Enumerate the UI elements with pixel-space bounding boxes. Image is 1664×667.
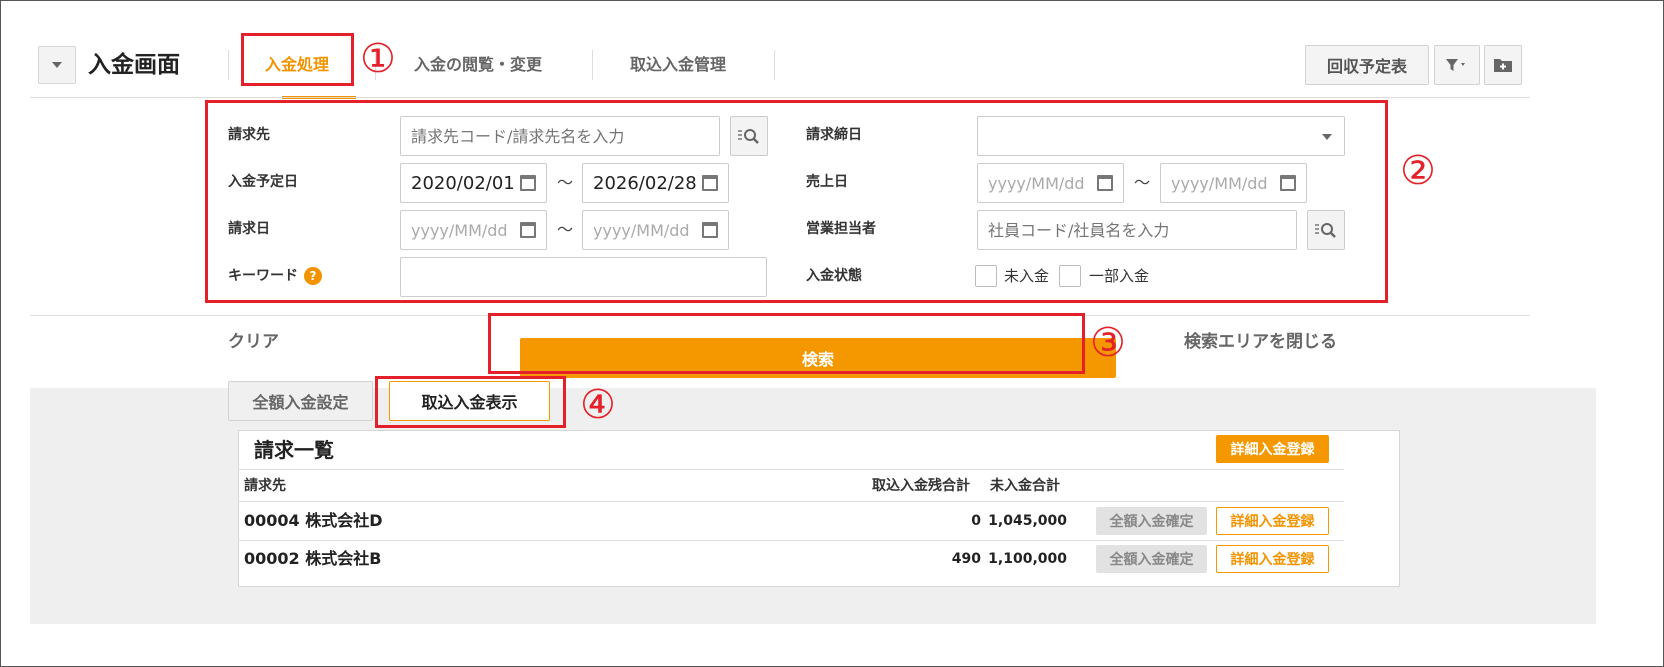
folder-add-icon: [1494, 59, 1512, 72]
chevron-down-icon: [52, 62, 62, 68]
column-header-imported-remaining: 取込入金残合計: [872, 478, 970, 494]
row-unpaid-total: 1,045,000: [988, 513, 1067, 529]
clear-button[interactable]: クリア: [228, 330, 279, 354]
header-bottom-border: [30, 97, 1530, 98]
page-title: 入金画面: [88, 52, 180, 78]
full-payment-confirm-button[interactable]: 全額入金確定: [1096, 545, 1207, 573]
tab-full-payment-settings[interactable]: 全額入金設定: [228, 381, 373, 421]
annotation-box-4: [375, 376, 566, 428]
row-detail-payment-register-button[interactable]: 詳細入金登録: [1216, 507, 1329, 535]
annotation-number-4: ④: [580, 382, 616, 428]
add-folder-button[interactable]: [1484, 45, 1522, 85]
annotation-number-2: ②: [1400, 148, 1436, 194]
filter-icon: [1446, 59, 1465, 71]
detail-payment-register-button[interactable]: 詳細入金登録: [1216, 435, 1329, 463]
close-search-area-link[interactable]: 検索エリアを閉じる: [1184, 330, 1337, 354]
tab-divider: [592, 50, 593, 80]
row-detail-payment-register-button[interactable]: 詳細入金登録: [1216, 545, 1329, 573]
tab-divider: [774, 50, 775, 80]
header-divider: [228, 50, 229, 80]
column-header-customer: 請求先: [244, 478, 286, 494]
tab-imported-payments[interactable]: 取込入金管理: [630, 48, 726, 82]
list-row-divider: [238, 501, 1344, 502]
annotation-number-3: ③: [1090, 320, 1126, 366]
annotation-box-3: [488, 313, 1085, 374]
row-customer: 00002 株式会社B: [244, 549, 382, 568]
annotation-box-2: [205, 100, 1388, 303]
row-imported-remaining: 0: [971, 513, 981, 529]
filter-dropdown-button[interactable]: [1434, 45, 1480, 85]
row-unpaid-total: 1,100,000: [988, 551, 1067, 567]
list-header-divider: [238, 469, 1344, 470]
column-header-unpaid-total: 未入金合計: [990, 478, 1060, 494]
annotation-number-1: ①: [360, 36, 396, 82]
tab-view-edit-payments[interactable]: 入金の閲覧・変更: [414, 48, 542, 82]
full-payment-confirm-button[interactable]: 全額入金確定: [1096, 507, 1207, 535]
collection-schedule-button[interactable]: 回収予定表: [1305, 45, 1429, 85]
invoice-list-title: 請求一覧: [254, 438, 334, 462]
row-imported-remaining: 490: [951, 551, 981, 567]
row-customer: 00004 株式会社D: [244, 511, 383, 530]
list-row-divider: [238, 540, 1344, 541]
annotation-box-1: [241, 33, 354, 86]
menu-dropdown-button[interactable]: [38, 46, 76, 84]
